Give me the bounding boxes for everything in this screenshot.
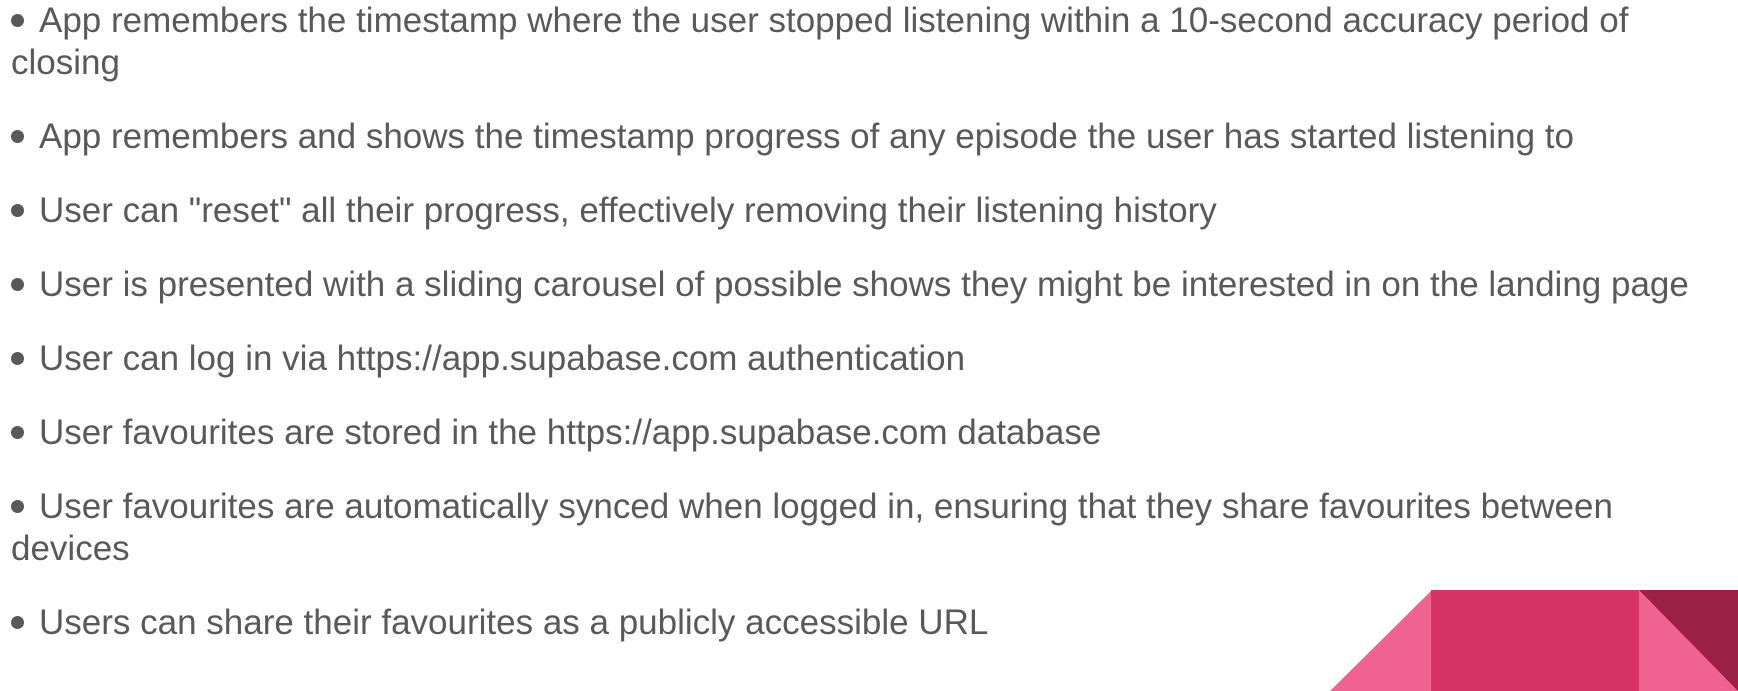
bullet-item-5: User can log in via https://app.supabase… [11,338,1733,380]
bullet-item-7: User favourites are automatically synced… [11,486,1733,570]
bullet-text: User favourites are automatically synced… [11,487,1613,568]
bullet-text: User can log in via https://app.supabase… [39,339,966,378]
feature-bullet-list: App remembers the timestamp where the us… [11,0,1733,644]
bullet-item-4: User is presented with a sliding carouse… [11,264,1733,306]
bullet-item-2: App remembers and shows the timestamp pr… [11,116,1733,158]
bullet-text: User can "reset" all their progress, eff… [39,191,1217,230]
bullet-dot-icon [11,426,24,439]
bullet-dot-icon [11,616,24,629]
bullet-item-1: App remembers the timestamp where the us… [11,0,1733,84]
bullet-dot-icon [11,500,24,513]
bullet-dot-icon [11,14,24,27]
bullet-text: App remembers the timestamp where the us… [11,1,1629,82]
bullet-item-3: User can "reset" all their progress, eff… [11,190,1733,232]
bullet-dot-icon [11,278,24,291]
bullet-text: Users can share their favourites as a pu… [39,603,989,642]
bullet-text: User favourites are stored in the https:… [39,413,1102,452]
bullet-item-8: Users can share their favourites as a pu… [11,602,1733,644]
bullet-dot-icon [11,204,24,217]
bullet-item-6: User favourites are stored in the https:… [11,412,1733,454]
slide: App remembers the timestamp where the us… [0,0,1738,691]
bullet-dot-icon [11,352,24,365]
bullet-dot-icon [11,130,24,143]
bullet-text: User is presented with a sliding carouse… [39,265,1689,304]
bullet-text: App remembers and shows the timestamp pr… [39,117,1574,156]
